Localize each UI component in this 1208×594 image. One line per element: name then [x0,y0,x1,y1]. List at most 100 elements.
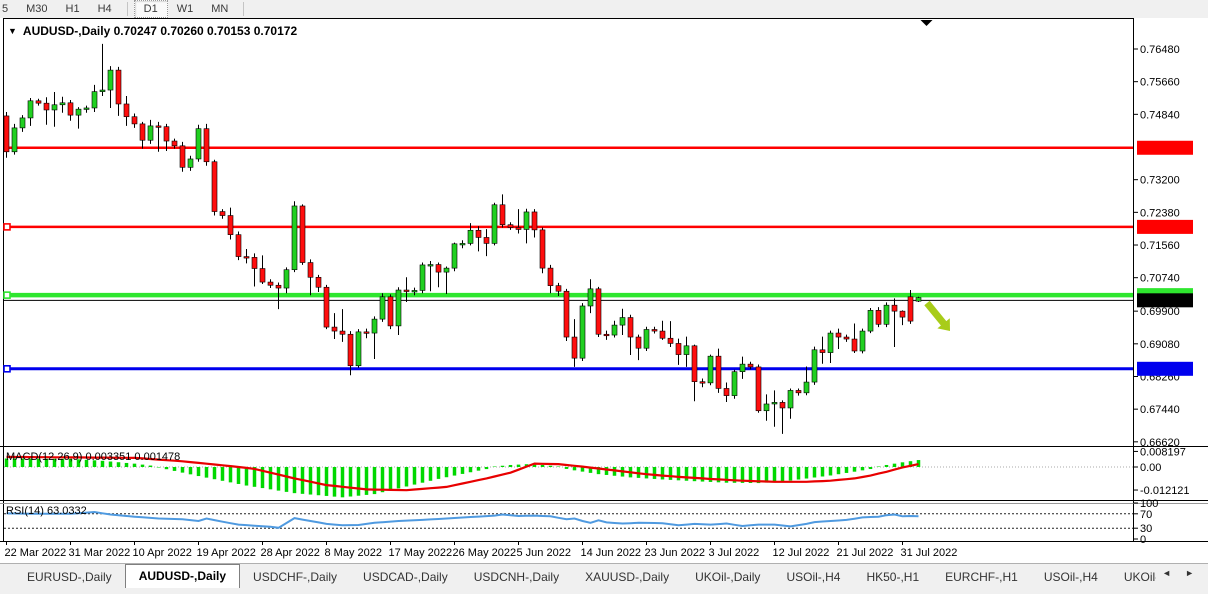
candle [572,337,577,358]
tab-audusd-daily[interactable]: AUDUSD-,Daily [125,564,240,588]
candle [828,333,833,353]
candle [204,129,209,162]
candle [388,297,393,326]
candle [668,338,673,343]
candle [428,265,433,267]
candle [148,126,153,140]
price-tick-label: 0.75660 [1140,77,1180,89]
chart-window[interactable]: ▼ AUDUSD-,Daily 0.70247 0.70260 0.70153 … [0,18,1208,563]
candle [100,90,105,92]
candle [868,310,873,331]
candle [84,108,89,110]
hline-anchor[interactable] [4,366,10,372]
symbol-dropdown-icon[interactable]: ▼ [8,26,17,36]
macd-indicator-label: MACD(12,26,9) 0.003351 0.001478 [6,451,180,463]
price-tick-label: 0.67440 [1140,404,1180,416]
candle [916,298,921,302]
candle [732,372,737,396]
date-label: 31 Jul 2022 [901,547,958,559]
candle [412,290,417,292]
candle [892,305,897,311]
tab-xauusd-daily[interactable]: XAUUSD-,Daily [572,567,682,588]
candle [852,339,857,351]
timeframe-button-d1[interactable]: D1 [134,0,168,18]
timeframe-button-m30[interactable]: M30 [17,1,56,17]
candle [156,126,161,128]
candle [276,285,281,288]
date-label: 10 Apr 2022 [133,547,192,559]
price-tick-label: 0.74840 [1140,109,1180,121]
candle [788,390,793,408]
tab-usoil-h4[interactable]: USOil-,H4 [773,567,853,588]
candle [28,101,33,118]
candle [692,346,697,382]
timeframe-button-h1[interactable]: H1 [57,1,89,17]
hline-anchor[interactable] [4,224,10,230]
candle [196,129,201,159]
candle [12,128,17,152]
candle [44,103,49,110]
tab-hk50-h1[interactable]: HK50-,H1 [853,567,932,588]
candle [228,216,233,235]
candle [76,109,81,115]
tab-eurusd-daily[interactable]: EURUSD-,Daily [14,567,125,588]
timeframe-toolbar: 5M30H1H4 D1W1MN [0,0,1208,19]
timeframe-button-w1[interactable]: W1 [168,1,203,17]
date-label: 23 Jun 2022 [645,547,706,559]
candle [764,404,769,411]
date-label: 28 Apr 2022 [261,547,320,559]
candle [452,244,457,268]
tab-eurchf-h1[interactable]: EURCHF-,H1 [932,567,1031,588]
tab-ukoil-h4[interactable]: UKOil-,H4 [1111,567,1156,588]
candle [708,356,713,383]
price-tick-label: 0.69900 [1140,306,1180,318]
candle [748,364,753,367]
candle [188,159,193,167]
timeframe-button-h4[interactable]: H4 [89,1,121,17]
tab-usdchf-daily[interactable]: USDCHF-,Daily [240,567,350,588]
candle [124,104,129,117]
date-label: 12 Jul 2022 [773,547,830,559]
candle [700,382,705,384]
date-label: 3 Jul 2022 [709,547,760,559]
candle [484,237,489,243]
candle [20,118,25,128]
tab-usdcad-daily[interactable]: USDCAD-,Daily [350,567,461,588]
candle [324,287,329,327]
hline-anchor[interactable] [4,292,10,298]
tab-usoil-h4[interactable]: USOil-,H4 [1031,567,1111,588]
tab-scroll-left-icon[interactable]: ◄ [1162,568,1171,578]
candle [500,205,505,225]
candle [804,382,809,393]
chart-plot[interactable]: 0.764800.756600.748400.732000.723800.715… [0,18,1208,563]
date-label: 22 Mar 2022 [5,547,67,559]
candle [68,103,73,115]
candle [900,311,905,317]
candle [524,212,529,230]
candle [612,325,617,335]
toolbar-separator [243,2,244,16]
candle [108,70,113,90]
candle [532,212,537,230]
candle [36,101,41,103]
candle [908,297,913,321]
timeframe-button-mn[interactable]: MN [202,1,237,17]
tab-ukoil-daily[interactable]: UKOil-,Daily [682,567,773,588]
candle [756,367,761,411]
tab-scroll-right-icon[interactable]: ► [1185,568,1194,578]
chart-tabs: EURUSD-,DailyAUDUSD-,DailyUSDCHF-,DailyU… [0,564,1156,588]
price-badge [1137,220,1193,234]
candle [252,257,257,268]
candle [780,402,785,408]
candle [308,263,313,278]
timeframe-button-5[interactable]: 5 [0,1,17,17]
candle [404,290,409,292]
candle [172,141,177,146]
candle [564,291,569,337]
candle [860,331,865,351]
tab-usdcnh-daily[interactable]: USDCNH-,Daily [461,567,572,588]
candle [620,318,625,326]
chart-title: ▼ AUDUSD-,Daily 0.70247 0.70260 0.70153 … [8,24,297,38]
candle [364,332,369,334]
candle [284,270,289,288]
